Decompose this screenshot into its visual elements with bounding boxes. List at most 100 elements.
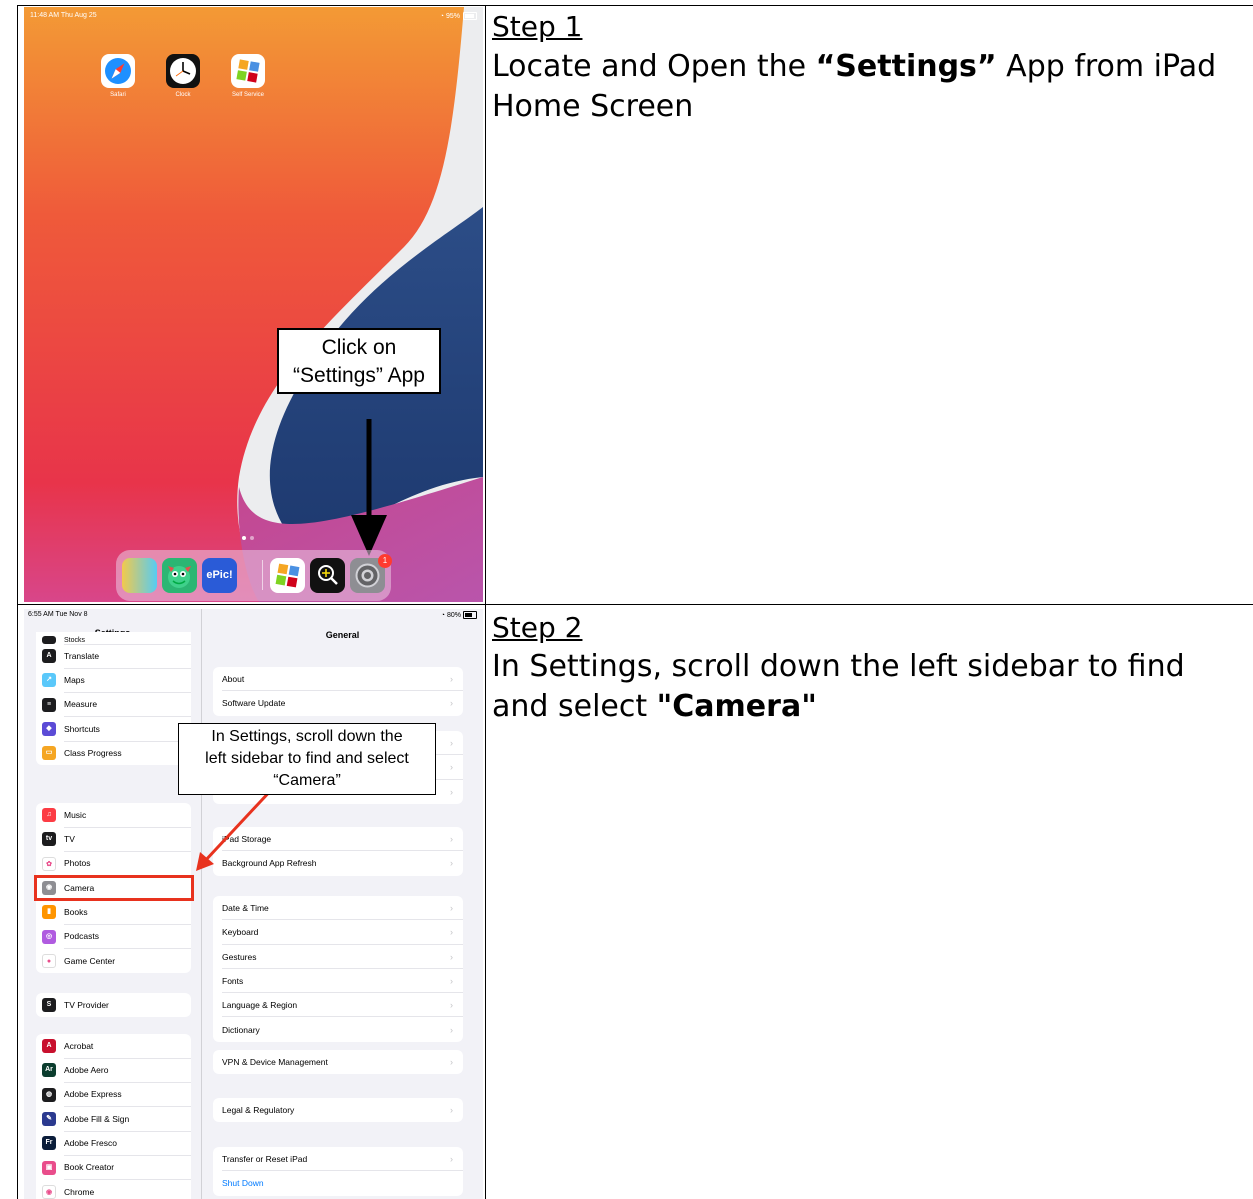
safari-icon[interactable] — [101, 54, 135, 88]
general-item-fonts[interactable]: Fonts › — [213, 969, 463, 994]
sidebar-item-photos[interactable]: ✿ Photos — [36, 851, 191, 877]
settings-notification-badge: 1 — [378, 554, 392, 568]
epic-label: ePic! — [206, 569, 233, 581]
photos-icon: ✿ — [42, 856, 56, 871]
general-item-about[interactable]: About › — [213, 667, 463, 692]
sidebar-item-podcasts[interactable]: ◎ Podcasts — [36, 924, 191, 950]
general-item-software-update[interactable]: Software Update › — [213, 691, 463, 715]
status-time-date: 11:48 AM Thu Aug 25 — [30, 12, 97, 19]
sidebar-item-game-center[interactable]: ● Game Center — [36, 949, 191, 973]
general-item-transfer-or-reset-ipad[interactable]: Transfer or Reset iPad › — [213, 1147, 463, 1172]
general-group: Transfer or Reset iPad › Shut Down — [213, 1147, 463, 1196]
chevron-right-icon: › — [450, 674, 453, 685]
sidebar-item-label: Measure — [64, 692, 191, 718]
sidebar-item-shortcuts[interactable]: ◆ Shortcuts — [36, 717, 191, 742]
sidebar-item-chrome[interactable]: ◉ Chrome — [36, 1180, 191, 1199]
ipad-settings-screenshot: Settings StocksATranslate↗Maps≡Measure◆S… — [24, 609, 483, 1199]
general-item-keyboard[interactable]: Keyboard › — [213, 920, 463, 945]
step-2-text: In Settings, scroll down the left sideba… — [492, 649, 1185, 724]
wifi-icon: ◔ — [440, 611, 446, 619]
chevron-right-icon: › — [450, 834, 453, 845]
general-item-legal-regulatory[interactable]: Legal & Regulatory › — [213, 1098, 463, 1122]
general-item-label: iPad Storage — [222, 834, 272, 845]
sidebar-item-music[interactable]: ♫ Music — [36, 803, 191, 828]
sidebar-item-book-creator[interactable]: ▣ Book Creator — [36, 1155, 191, 1181]
step-2-heading: Step 2 — [492, 611, 583, 644]
step-1-text: Locate and Open the — [492, 49, 816, 84]
general-item-gestures[interactable]: Gestures › — [213, 945, 463, 970]
battery-icon — [463, 611, 477, 619]
general-item-label: Language & Region — [222, 1000, 298, 1011]
step-1-instructions: Locate and Open the “Settings” App from … — [492, 47, 1242, 127]
general-item-dictionary[interactable]: Dictionary › — [213, 1017, 463, 1041]
general-group: VPN & Device Management › — [213, 1050, 463, 1075]
sidebar-item-measure[interactable]: ≡ Measure — [36, 692, 191, 718]
general-item-background-app-refresh[interactable]: Background App Refresh › — [213, 851, 463, 875]
status-right: ◔ 80% — [441, 611, 477, 619]
sidebar-item-class-progress[interactable]: ▭ Class Progress — [36, 741, 191, 765]
maps-icon: ↗ — [42, 673, 56, 688]
app-label-clock: Clock — [175, 92, 191, 98]
general-item-label: Fonts — [222, 976, 244, 987]
step-2-instructions: In Settings, scroll down the left sideba… — [492, 647, 1242, 727]
chevron-right-icon: › — [450, 976, 453, 987]
general-item-label: Background App Refresh — [222, 858, 317, 869]
clock-icon[interactable] — [166, 54, 200, 88]
table-border-divider — [485, 5, 486, 1199]
sidebar-item-label: Photos — [64, 851, 191, 877]
chevron-right-icon: › — [450, 762, 453, 773]
sidebar-item-tv-provider[interactable]: S TV Provider — [36, 993, 191, 1017]
status-time-date: 6:55 AM Tue Nov 8 — [28, 611, 88, 618]
sidebar-item-adobe-aero[interactable]: Ar Adobe Aero — [36, 1058, 191, 1084]
monster-app-icon[interactable] — [162, 558, 197, 593]
freeform-icon[interactable] — [122, 558, 157, 593]
chevron-right-icon: › — [450, 1000, 453, 1011]
sidebar-item-maps[interactable]: ↗ Maps — [36, 668, 191, 694]
magnifier-icon[interactable] — [310, 558, 345, 593]
general-item-vpn-device-management[interactable]: VPN & Device Management › — [213, 1050, 463, 1074]
table-border-middle — [17, 604, 1253, 605]
general-item-language-region[interactable]: Language & Region › — [213, 993, 463, 1018]
chevron-right-icon: › — [450, 1057, 453, 1068]
sidebar-item-label: Adobe Express — [64, 1082, 191, 1108]
adobe-express-icon: ◍ — [42, 1087, 56, 1102]
callout-line-2: left sidebar to find and select — [205, 750, 409, 767]
sidebar-item-adobe-express[interactable]: ◍ Adobe Express — [36, 1082, 191, 1108]
adobe-fresco-icon: Fr — [42, 1136, 56, 1151]
callout-click-settings: Click on “Settings” App — [277, 328, 441, 394]
sidebar-item-label: Maps — [64, 668, 191, 694]
sidebar-item-tv[interactable]: tv TV — [36, 827, 191, 853]
sidebar-group: A Acrobat Ar Adobe Aero ◍ Adobe Express ✎ Adobe… — [36, 1034, 191, 1199]
chevron-right-icon: › — [450, 903, 453, 914]
sidebar-item-translate[interactable]: A Translate — [36, 644, 191, 669]
sidebar-item-label: Adobe Aero — [64, 1058, 191, 1084]
general-item-label: Software Update — [222, 698, 286, 709]
sidebar-item-adobe-fill-sign[interactable]: ✎ Adobe Fill & Sign — [36, 1106, 191, 1132]
sidebar-item-adobe-fresco[interactable]: Fr Adobe Fresco — [36, 1131, 191, 1156]
sidebar-item-stocks[interactable]: Stocks — [36, 632, 191, 645]
status-bar: 11:48 AM Thu Aug 25 ◔ 95% — [30, 12, 477, 20]
chevron-right-icon: › — [450, 1024, 453, 1035]
dock-self-service-icon[interactable] — [270, 558, 305, 593]
shortcuts-icon: ◆ — [42, 722, 56, 737]
sidebar-item-label: Adobe Fill & Sign — [64, 1106, 191, 1132]
acrobat-icon: A — [42, 1039, 56, 1054]
app-label-safari: Safari — [110, 92, 126, 98]
tv-provider-icon: S — [42, 998, 56, 1013]
self-service-icon[interactable] — [231, 54, 265, 88]
sidebar-item-books[interactable]: ▮ Books — [36, 900, 191, 925]
general-item-label: Keyboard — [222, 927, 259, 938]
sidebar-item-acrobat[interactable]: A Acrobat — [36, 1034, 191, 1059]
general-item-ipad-storage[interactable]: iPad Storage › — [213, 827, 463, 852]
general-item-shut-down[interactable]: Shut Down — [213, 1171, 463, 1195]
sidebar-item-label: Chrome — [64, 1186, 95, 1197]
general-item-label: Dictionary — [222, 1024, 260, 1035]
general-group: Legal & Regulatory › — [213, 1098, 463, 1123]
general-item-label: Legal & Regulatory — [222, 1105, 295, 1116]
general-group: About › Software Update › — [213, 667, 463, 716]
general-item-label: Transfer or Reset iPad — [222, 1154, 308, 1165]
translate-icon: A — [42, 649, 56, 664]
sidebar-item-label: Adobe Fresco — [64, 1131, 191, 1156]
general-item-date-time[interactable]: Date & Time › — [213, 896, 463, 921]
epic-icon[interactable]: ePic! — [202, 558, 237, 593]
